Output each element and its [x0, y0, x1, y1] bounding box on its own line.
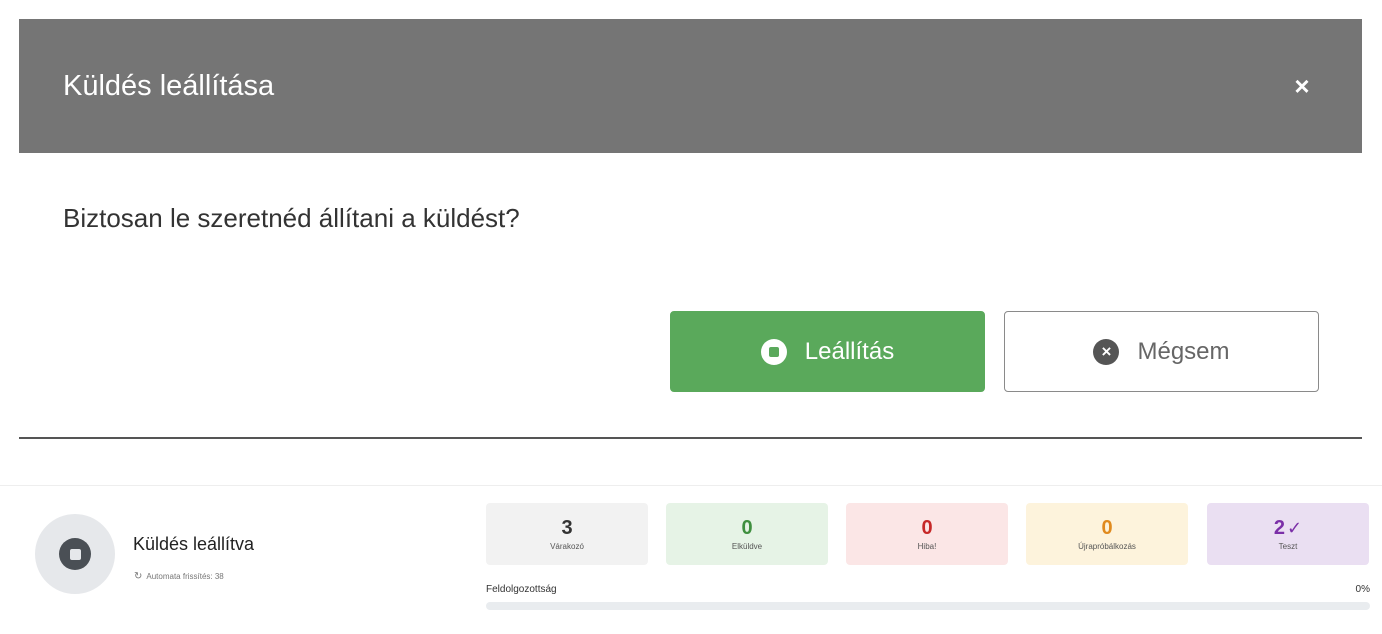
refresh-icon: ↻ — [134, 571, 143, 582]
stat-test: 2 ✓ Teszt — [1207, 503, 1369, 565]
dialog-body: Biztosan le szeretnéd állítani a küldést… — [19, 153, 1362, 234]
stop-sending-dialog: Küldés leállítása × Biztosan le szeretné… — [19, 19, 1362, 439]
check-icon: ✓ — [1287, 518, 1303, 538]
status-title: Küldés leállítva — [133, 534, 255, 554]
sending-status-panel: Küldés leállítva ↻ Automata frissítés: 3… — [0, 486, 1382, 634]
close-icon[interactable]: × — [1286, 70, 1318, 102]
stat-sent: 0 Elküldve — [666, 503, 828, 565]
stats-row: 3 Várakozó 0 Elküldve 0 Hiba! 0 Újraprób… — [486, 503, 1370, 565]
stop-icon — [760, 338, 787, 365]
stat-value: 0 — [741, 517, 753, 539]
stat-label: Hiba! — [917, 542, 937, 551]
stop-button-label: Leállítás — [804, 337, 895, 365]
stat-retry: 0 Újrapróbálkozás — [1026, 503, 1188, 565]
stat-error: 0 Hiba! — [846, 503, 1008, 565]
dialog-header: Küldés leállítása × — [19, 19, 1362, 153]
dialog-actions: Leállítás × Mégsem — [670, 311, 1319, 392]
stopped-status-icon — [35, 514, 115, 594]
dialog-title: Küldés leállítása — [63, 69, 275, 102]
stat-waiting: 3 Várakozó — [486, 503, 648, 565]
auto-refresh-text: Automata frissítés: 38 — [146, 572, 224, 581]
cancel-button[interactable]: × Mégsem — [1004, 311, 1319, 392]
close-circle-icon: × — [1093, 338, 1120, 365]
stop-button[interactable]: Leállítás — [670, 311, 985, 392]
stat-label: Elküldve — [731, 542, 763, 551]
stat-label: Újrapróbálkozás — [1078, 542, 1136, 551]
progress-percent: 0% — [1355, 584, 1370, 595]
progress-bar — [486, 602, 1370, 610]
cancel-button-label: Mégsem — [1137, 337, 1230, 365]
progress-label: Feldolgozottság — [486, 584, 557, 595]
stat-value: 0 — [1101, 517, 1113, 539]
stat-value: 3 — [561, 517, 573, 539]
stat-label: Teszt — [1278, 542, 1298, 551]
stat-value: 2 ✓ — [1273, 517, 1303, 539]
dialog-question: Biztosan le szeretnéd állítani a küldést… — [63, 203, 520, 233]
stat-label: Várakozó — [550, 542, 584, 551]
stat-value: 0 — [921, 517, 933, 539]
auto-refresh: ↻ Automata frissítés: 38 — [134, 571, 224, 582]
